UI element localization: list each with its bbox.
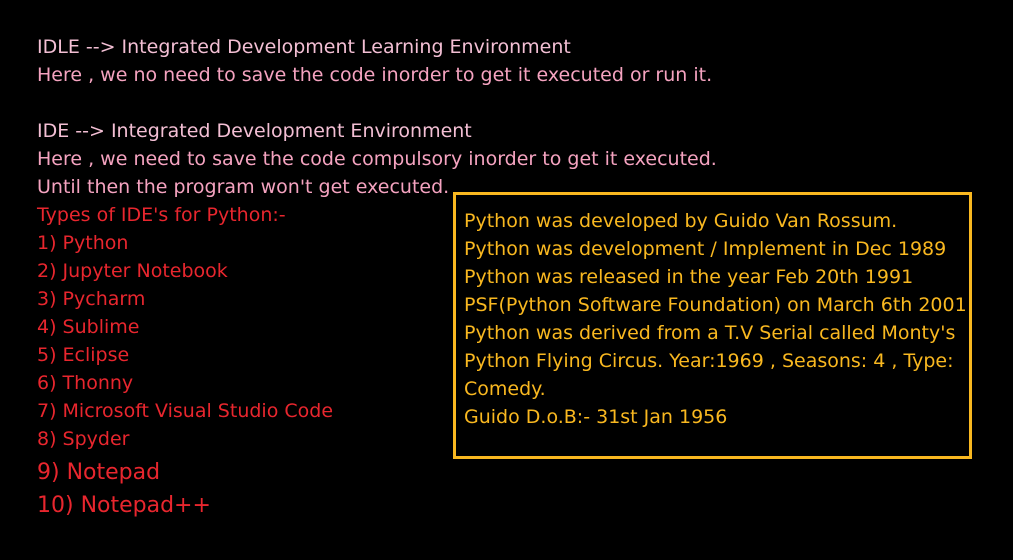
list-item: 10) Notepad++ xyxy=(37,493,211,518)
history-line: PSF(Python Software Foundation) on March… xyxy=(464,294,967,316)
history-line: Python was developed by Guido Van Rossum… xyxy=(464,210,898,232)
list-item: 7) Microsoft Visual Studio Code xyxy=(37,400,334,422)
ide-types-heading: Types of IDE's for Python:- xyxy=(37,204,286,226)
history-line: Python was development / Implement in De… xyxy=(464,238,947,260)
history-line: Python Flying Circus. Year:1969 , Season… xyxy=(464,350,954,372)
idle-title: IDLE --> Integrated Development Learning… xyxy=(37,36,571,58)
history-line: Python was derived from a T.V Serial cal… xyxy=(464,322,956,344)
python-history-box: Python was developed by Guido Van Rossum… xyxy=(453,192,972,459)
ide-description: Here , we need to save the code compulso… xyxy=(37,148,717,170)
list-item: 8) Spyder xyxy=(37,428,130,450)
ide-title: IDE --> Integrated Development Environme… xyxy=(37,120,472,142)
history-line: Comedy. xyxy=(464,378,546,400)
idle-description: Here , we no need to save the code inord… xyxy=(37,64,713,86)
list-item: 5) Eclipse xyxy=(37,344,130,366)
list-item: 6) Thonny xyxy=(37,372,134,394)
list-item: 2) Jupyter Notebook xyxy=(37,260,228,282)
history-line: Python was released in the year Feb 20th… xyxy=(464,266,914,288)
ide-description-continued: Until then the program won't get execute… xyxy=(37,176,450,198)
list-item: 9) Notepad xyxy=(37,460,161,485)
list-item: 1) Python xyxy=(37,232,129,254)
list-item: 3) Pycharm xyxy=(37,288,146,310)
list-item: 4) Sublime xyxy=(37,316,140,338)
history-line: Guido D.o.B:- 31st Jan 1956 xyxy=(464,406,728,428)
